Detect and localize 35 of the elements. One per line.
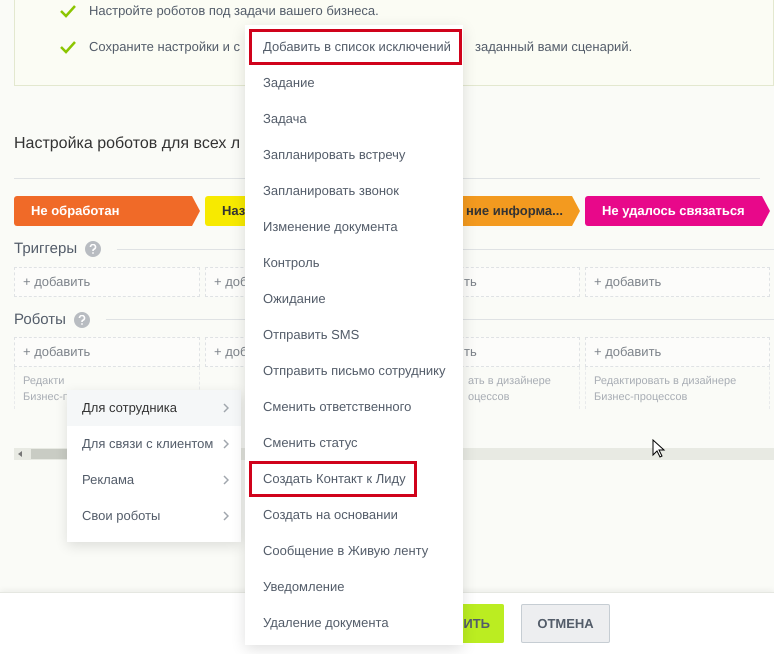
intro-text: Сохраните настройки и с bbox=[89, 39, 240, 54]
check-icon bbox=[59, 40, 77, 54]
chevron-right-icon bbox=[223, 511, 229, 521]
cancel-button[interactable]: ОТМЕНА bbox=[521, 604, 610, 643]
stage-tab[interactable]: Не удалось связаться bbox=[585, 196, 770, 226]
menu-item[interactable]: Сменить статус bbox=[249, 425, 459, 461]
help-icon[interactable] bbox=[85, 241, 102, 258]
menu-item[interactable]: Задание bbox=[249, 65, 459, 101]
add-slot[interactable]: + добавить bbox=[585, 266, 770, 296]
intro-text: Настройте роботов под задачи вашего бизнеса. bbox=[89, 3, 379, 18]
chevron-right-icon bbox=[223, 475, 229, 485]
intro-text: заданный вами сценарий. bbox=[475, 39, 632, 54]
menu-item[interactable]: Создать на основании bbox=[249, 497, 459, 533]
help-icon[interactable] bbox=[74, 312, 90, 328]
menu-item[interactable]: Для связи с клиентом bbox=[67, 426, 241, 462]
chevron-right-icon bbox=[223, 439, 229, 449]
section-title: Триггеры bbox=[14, 239, 78, 259]
menu-item[interactable]: Уведомление bbox=[249, 569, 459, 605]
section-heading: Настройка роботов для всех л bbox=[14, 135, 240, 152]
add-slot[interactable]: + добавить bbox=[585, 337, 770, 367]
menu-item[interactable]: Создать Контакт к Лиду bbox=[249, 461, 417, 497]
menu-item[interactable]: Задача bbox=[249, 101, 459, 137]
add-slot[interactable]: + добавить bbox=[14, 337, 200, 367]
menu-item[interactable]: Запланировать встречу bbox=[249, 137, 459, 173]
menu-item[interactable]: Сменить ответственного bbox=[249, 389, 459, 425]
mouse-cursor-icon bbox=[652, 439, 666, 459]
menu-item[interactable]: Реклама bbox=[67, 462, 241, 498]
add-slot[interactable]: + добавить bbox=[14, 266, 200, 296]
menu-item[interactable]: Для сотрудника bbox=[67, 390, 241, 426]
check-icon bbox=[59, 4, 77, 18]
section-title: Роботы bbox=[14, 310, 66, 330]
menu-item[interactable]: Свои роботы bbox=[67, 498, 241, 534]
menu-item[interactable]: Сообщение в Живую ленту bbox=[249, 533, 459, 569]
chevron-right-icon bbox=[223, 403, 229, 413]
menu-item[interactable]: Добавить в список исключений bbox=[249, 29, 462, 65]
